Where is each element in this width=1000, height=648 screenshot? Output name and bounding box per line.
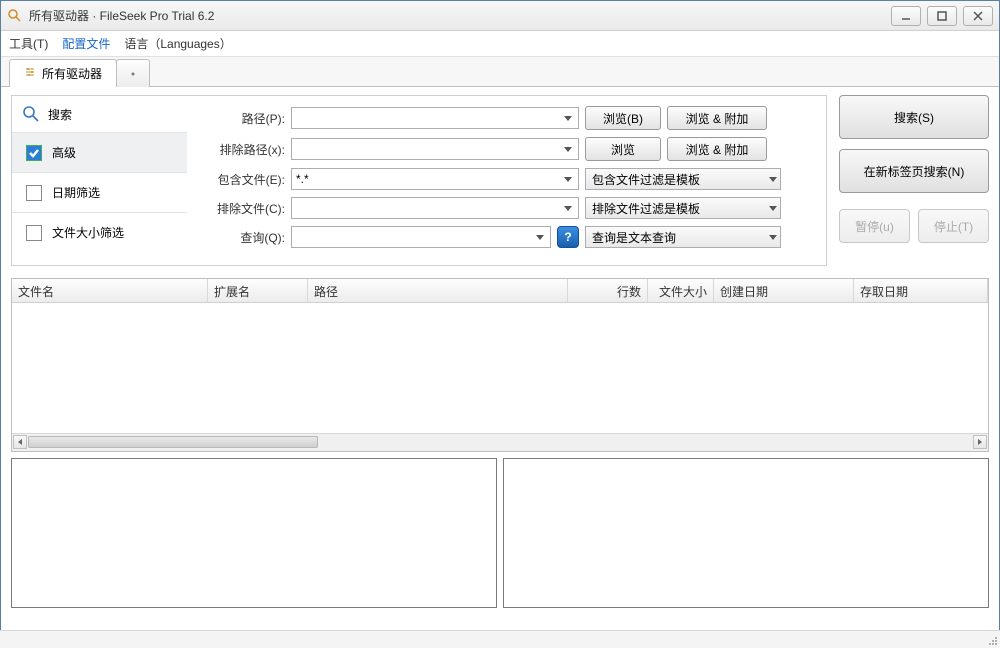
checkbox-empty-icon [26,185,42,201]
checkbox-checked-icon [26,145,42,161]
browse-attach-exclude-button[interactable]: 浏览 & 附加 [667,137,767,161]
scroll-left-button[interactable] [13,435,27,449]
side-list: 搜索 高级 日期筛选 文件大小筛选 [12,96,187,265]
plus-icon [131,69,135,79]
search-panel: 搜索 高级 日期筛选 文件大小筛选 路径(P): [11,95,827,266]
exclude-files-input[interactable] [291,197,579,219]
side-item-advanced-label: 高级 [52,144,76,161]
exclude-filter-template-value: 排除文件过滤是模板 [592,200,700,217]
browse-path-button[interactable]: 浏览(B) [585,106,661,130]
window-title: 所有驱动器 · FileSeek Pro Trial 6.2 [29,7,891,24]
path-input[interactable] [291,107,579,129]
side-item-advanced[interactable]: 高级 [12,132,187,172]
scroll-right-button[interactable] [973,435,987,449]
sliders-icon [24,66,36,81]
tab-main-label: 所有驱动器 [42,65,102,82]
exclude-path-input[interactable] [291,138,579,160]
results-header: 文件名 扩展名 路径 行数 文件大小 创建日期 存取日期 [12,279,988,303]
chevron-down-icon[interactable] [560,171,576,187]
pause-button: 暂停(u) [839,209,910,243]
col-path[interactable]: 路径 [308,279,568,302]
app-icon [7,8,23,24]
scroll-thumb[interactable] [28,436,318,448]
query-type-value: 查询是文本查询 [592,229,676,246]
checkbox-empty-icon [26,225,42,241]
browse-exclude-button[interactable]: 浏览 [585,137,661,161]
preview-pane-right[interactable] [503,458,989,608]
horizontal-scrollbar[interactable] [12,433,988,451]
results-body[interactable] [12,303,988,433]
include-filter-template-value: 包含文件过滤是模板 [592,171,700,188]
side-item-size-label: 文件大小筛选 [52,224,124,241]
side-item-size-filter[interactable]: 文件大小筛选 [12,212,187,252]
query-input[interactable] [291,226,551,248]
menu-profiles[interactable]: 配置文件 [62,35,110,52]
menu-bar: 工具(T) 配置文件 语言（Languages） [1,31,999,57]
exclude-filter-template-select[interactable]: 排除文件过滤是模板 [585,197,781,219]
bottom-panes [11,458,989,608]
chevron-down-icon[interactable] [560,200,576,216]
col-accessed[interactable]: 存取日期 [854,279,988,302]
title-bar: 所有驱动器 · FileSeek Pro Trial 6.2 [1,1,999,31]
col-filename[interactable]: 文件名 [12,279,208,302]
chevron-down-icon[interactable] [560,141,576,157]
browse-attach-path-button[interactable]: 浏览 & 附加 [667,106,767,130]
close-button[interactable] [963,6,993,26]
include-files-label: 包含文件(E): [199,171,285,188]
exclude-files-label: 排除文件(C): [199,200,285,217]
include-files-input[interactable] [291,168,579,190]
search-button[interactable]: 搜索(S) [839,95,989,139]
results-table: 文件名 扩展名 路径 行数 文件大小 创建日期 存取日期 [11,278,989,452]
tab-add[interactable] [116,59,150,87]
side-header-search: 搜索 [12,96,187,132]
maximize-button[interactable] [927,6,957,26]
menu-tools[interactable]: 工具(T) [9,35,48,52]
col-ext[interactable]: 扩展名 [208,279,308,302]
col-size[interactable]: 文件大小 [648,279,714,302]
col-created[interactable]: 创建日期 [714,279,854,302]
preview-pane-left[interactable] [11,458,497,608]
side-header-label: 搜索 [48,106,72,123]
tab-main[interactable]: 所有驱动器 [9,59,117,87]
col-lines[interactable]: 行数 [568,279,648,302]
side-item-date-filter[interactable]: 日期筛选 [12,172,187,212]
resize-grip-icon[interactable] [986,634,998,646]
minimize-button[interactable] [891,6,921,26]
query-label: 查询(Q): [199,229,285,246]
menu-languages[interactable]: 语言（Languages） [124,35,231,52]
search-new-tab-button[interactable]: 在新标签页搜索(N) [839,149,989,193]
chevron-down-icon[interactable] [532,229,548,245]
tab-strip: 所有驱动器 [1,57,999,87]
chevron-down-icon[interactable] [560,110,576,126]
action-column: 搜索(S) 在新标签页搜索(N) 暂停(u) 停止(T) [839,95,989,243]
search-icon [22,105,40,123]
include-filter-template-select[interactable]: 包含文件过滤是模板 [585,168,781,190]
chevron-down-icon [769,230,777,244]
chevron-down-icon [769,172,777,186]
side-item-date-label: 日期筛选 [52,184,100,201]
chevron-down-icon [769,201,777,215]
stop-button: 停止(T) [918,209,989,243]
status-bar [0,630,1000,648]
query-help-button[interactable]: ? [557,226,579,248]
exclude-path-label: 排除路径(x): [199,141,285,158]
query-type-select[interactable]: 查询是文本查询 [585,226,781,248]
path-label: 路径(P): [199,110,285,127]
search-form: 路径(P): 浏览(B) 浏览 & 附加 排除路径(x): 浏览 浏览 & 附加… [187,96,826,265]
